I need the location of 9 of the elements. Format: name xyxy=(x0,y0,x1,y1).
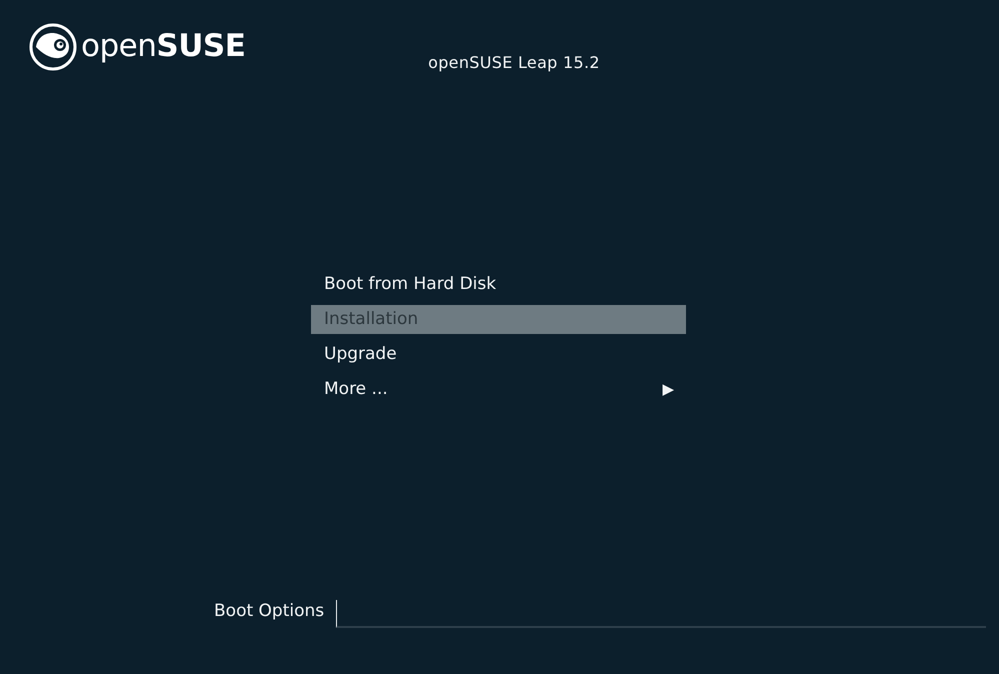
logo-text: openSUSE xyxy=(81,31,246,62)
menu-item[interactable]: Upgrade xyxy=(311,340,686,369)
boot-options-label: Boot Options xyxy=(214,600,324,622)
menu-item[interactable]: More ... ▶ xyxy=(311,375,686,404)
logo-icon xyxy=(29,22,77,70)
submenu-arrow-icon: ▶ xyxy=(662,378,674,401)
boot-options-field[interactable] xyxy=(336,600,986,628)
window-title: openSUSE Leap 15.2 xyxy=(428,52,600,74)
menu-item[interactable]: Boot from Hard Disk xyxy=(311,270,686,299)
